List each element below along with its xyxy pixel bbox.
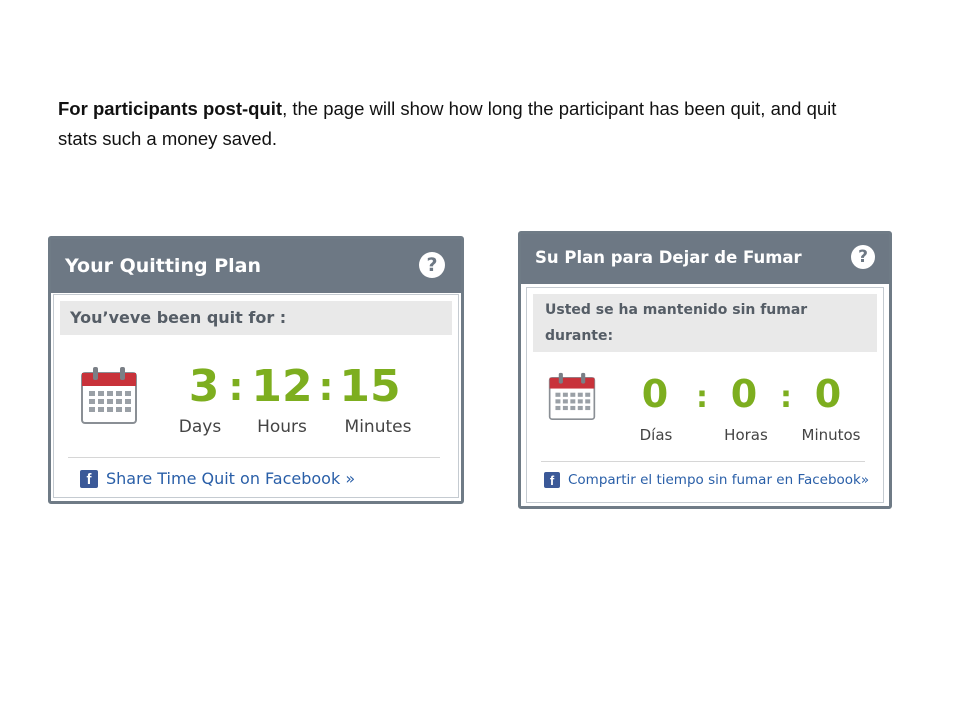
share-facebook-label: Share Time Quit on Facebook » (106, 469, 356, 488)
separator-1: : (696, 380, 708, 415)
minutes-label: Minutes (344, 417, 412, 437)
quit-duration-heading: You’veve been quit for : (60, 301, 452, 335)
minutes-value: 0 (814, 372, 842, 416)
minutes-value: 15 (339, 361, 401, 412)
help-icon[interactable]: ? (419, 252, 445, 278)
hours-label: Hours (257, 417, 307, 437)
intro-bold: For participants post-quit (58, 98, 283, 119)
facebook-icon: f (544, 472, 560, 488)
divider (541, 461, 865, 462)
days-label: Days (178, 417, 222, 437)
days-value: 3 (188, 361, 220, 412)
intro-text: For participants post-quit, the page wil… (58, 94, 878, 154)
days-label: Días (639, 426, 673, 444)
widget-header: Su Plan para Dejar de Fumar ? (521, 234, 889, 284)
facebook-icon: f (80, 469, 98, 488)
minutes-label: Minutos (801, 426, 861, 444)
quitting-plan-widget-en: Your Quitting Plan ? You’veve been quit … (48, 236, 464, 504)
hours-value: 12 (251, 361, 313, 412)
quitting-plan-widget-es: Su Plan para Dejar de Fumar ? Usted se h… (518, 231, 892, 509)
quit-duration-heading: Usted se ha mantenido sin fumar durante: (533, 294, 877, 352)
widget-body: You’veve been quit for : 3 : 12 : 15 Day… (53, 294, 459, 498)
hours-label: Horas (724, 426, 768, 444)
separator-2: : (780, 380, 792, 415)
separator-1: : (228, 365, 244, 409)
widget-title: Your Quitting Plan (65, 255, 261, 277)
separator-2: : (318, 365, 334, 409)
divider (68, 457, 440, 458)
share-facebook-label: Compartir el tiempo sin fumar en Faceboo… (568, 472, 870, 488)
widget-body: Usted se ha mantenido sin fumar durante:… (526, 287, 884, 503)
help-icon[interactable]: ? (851, 245, 875, 269)
widget-header: Your Quitting Plan ? (51, 239, 461, 293)
widget-title: Su Plan para Dejar de Fumar (535, 248, 802, 267)
days-value: 0 (641, 372, 669, 416)
share-facebook-link[interactable]: f Share Time Quit on Facebook » (80, 469, 355, 488)
calendar-icon (548, 372, 596, 420)
calendar-icon (81, 367, 137, 424)
hours-value: 0 (730, 372, 758, 416)
share-facebook-link[interactable]: f Compartir el tiempo sin fumar en Faceb… (544, 472, 869, 488)
